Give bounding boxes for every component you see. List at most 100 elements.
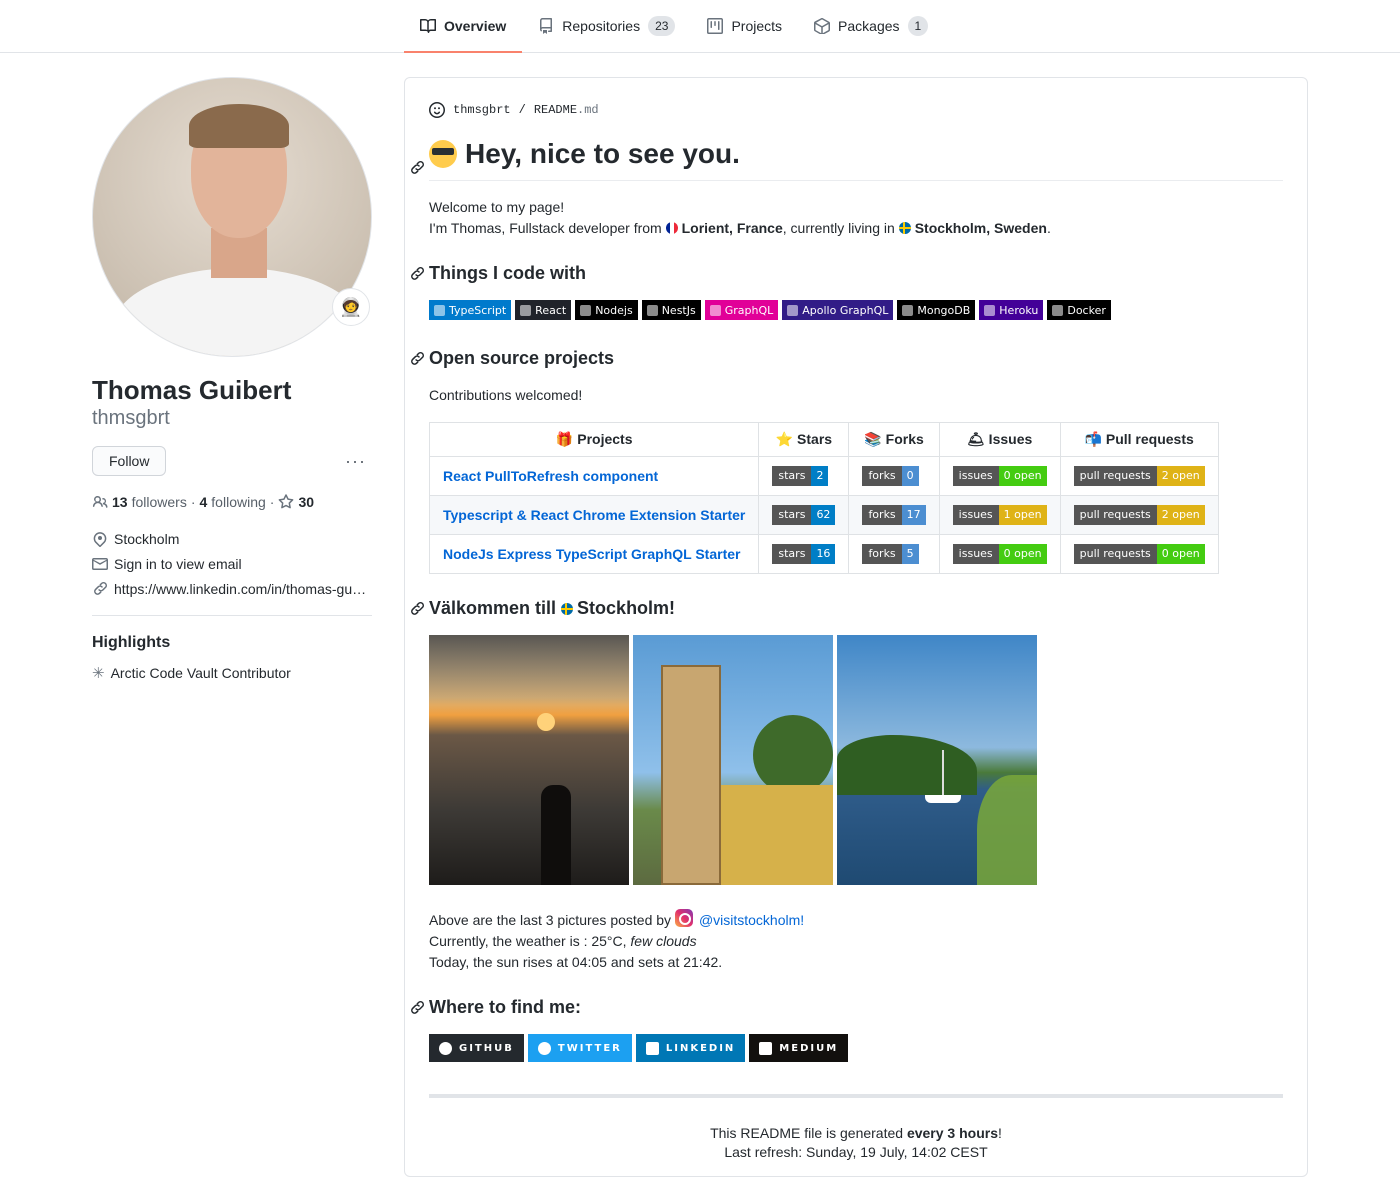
pics-text-a: Above are the last 3 pictures posted by [429,912,675,928]
readme-slash: / [518,103,526,117]
link-icon [411,160,425,174]
packages-count: 1 [907,16,929,36]
readme-owner-link[interactable]: thmsgbrt [453,103,511,117]
heading-anchor[interactable] [409,266,425,282]
shield-badge[interactable]: forks 17 [862,505,926,525]
photo-tower[interactable] [633,635,833,885]
table-header-row: 🎁 Projects ⭐ Stars 📚 Forks 🛎 Issues 📬 Pull r… [428,422,1219,457]
shield-badge[interactable]: issues 1 open [952,505,1047,525]
shield-badge[interactable]: stars 16 [772,544,836,564]
heading-anchor[interactable] [409,1000,425,1016]
photo-trees [429,635,629,705]
social-link-twitter[interactable]: TWITTER [527,1034,632,1062]
tech-logo-icon [1052,304,1064,316]
weather-text: Currently, the weather is : 25°C, few cl… [429,931,1283,952]
tech-badge-label: GraphQL [724,303,774,317]
followers-link[interactable]: followers [132,494,187,510]
following-link[interactable]: following [211,494,265,510]
follow-row: Follow ··· [92,446,372,476]
instagram-link[interactable]: @visitstockholm! [699,912,804,928]
heading-anchor[interactable] [409,351,425,367]
project-link[interactable]: Typescript & React Chrome Extension Star… [443,507,745,523]
social-link-linkedin[interactable]: LINKEDIN [635,1034,746,1062]
star-icon [279,494,294,509]
follow-button[interactable]: Follow [92,446,167,476]
footer-line: This README file is generated every 3 ho… [429,1124,1283,1143]
shield-value: 5 [901,544,919,564]
footer-b: every 3 hours [906,1125,999,1141]
email-link[interactable]: Sign in to view email [114,556,242,572]
sweden-flag-icon [898,222,911,234]
shield-badge[interactable]: pull requests 2 open [1073,505,1205,525]
weather-a: Currently, the weather is : 25°C, [429,933,631,949]
tab-overview-label: Overview [444,17,507,34]
tab-repositories-label: Repositories [562,18,641,34]
stats-dot: · [190,494,196,510]
shield-value: 16 [811,544,836,564]
stars-count[interactable]: 30 [298,494,314,510]
shield-badge[interactable]: stars 2 [772,466,829,486]
table-cell: stars 2 [758,456,850,496]
shield-value: 2 open [1156,466,1205,486]
shield-value: 62 [811,505,836,525]
shield-value: 1 open [998,505,1047,525]
shield-label: pull requests [1073,466,1157,486]
tab-overview[interactable]: Overview [404,0,523,53]
social-link-medium[interactable]: MEDIUM [749,1034,849,1062]
following-count[interactable]: 4 [200,494,208,510]
website-link[interactable]: https://www.linkedin.com/in/thomas-gu… [114,581,366,597]
shield-label: stars [772,505,812,525]
tech-logo-icon [984,304,996,316]
live-city: Stockholm, Sweden [914,220,1047,236]
avatar-hair [189,104,289,148]
tech-badge: MongoDB [897,300,976,320]
user-status-button[interactable]: 🧑‍🚀 [332,288,370,326]
tab-repositories[interactable]: Repositories 23 [522,0,691,52]
shield-value: 0 [901,466,919,486]
shield-badge[interactable]: forks 5 [862,544,919,564]
tab-packages[interactable]: Packages 1 [798,0,944,52]
photo-sunset[interactable] [429,635,629,885]
table-cell: issues 0 open [938,534,1061,574]
social-label: MEDIUM [779,1042,839,1054]
shield-label: forks [862,544,902,564]
table-header-cell: 🎁 Projects [428,422,760,457]
readme-header: thmsgbrt / README.md [429,102,1283,118]
shield-badge[interactable]: pull requests 2 open [1073,466,1205,486]
table-header-cell: 📬 Pull requests [1059,422,1219,457]
email-item: Sign in to view email [92,551,372,576]
shield-badge[interactable]: pull requests 0 open [1073,544,1205,564]
avatar[interactable] [92,77,372,357]
heading-anchor[interactable] [409,151,425,174]
readme-filename[interactable]: README.md [534,103,599,117]
shield-badge[interactable]: issues 0 open [952,544,1047,564]
link-icon [411,601,425,615]
shield-badge[interactable]: stars 62 [772,505,836,525]
photo-boat[interactable] [837,635,1037,885]
shield-label: issues [952,466,999,486]
table-cell: issues 1 open [938,495,1061,535]
from-city: Lorient, France [681,220,783,236]
shield-badge[interactable]: forks 0 [862,466,919,486]
project-link[interactable]: NodeJs Express TypeScript GraphQL Starte… [443,546,740,562]
photo-person [541,785,571,885]
tech-badge: Nodejs [575,300,638,320]
tech-badge: GraphQL [704,300,779,320]
shield-label: stars [772,466,812,486]
social-link-github[interactable]: GITHUB [429,1034,524,1062]
tech-logo-icon [434,304,445,316]
tab-projects[interactable]: Projects [691,0,798,52]
highlight-label: Arctic Code Vault Contributor [110,665,291,681]
link-icon [94,581,108,595]
followers-count[interactable]: 13 [112,494,128,510]
shield-badge[interactable]: issues 0 open [952,466,1047,486]
sun-text: Today, the sun rises at 04:05 and sets a… [429,954,723,970]
project-link[interactable]: React PullToRefresh component [443,468,658,484]
more-options-icon[interactable]: ··· [345,451,372,472]
github-icon [439,1041,452,1055]
heading-anchor[interactable] [409,601,425,617]
highlight-item[interactable]: ✳ Arctic Code Vault Contributor [92,664,372,682]
table-cell: Typescript & React Chrome Extension Star… [428,495,760,535]
table-cell: forks 5 [848,534,940,574]
sweden-flag-icon [561,602,574,615]
